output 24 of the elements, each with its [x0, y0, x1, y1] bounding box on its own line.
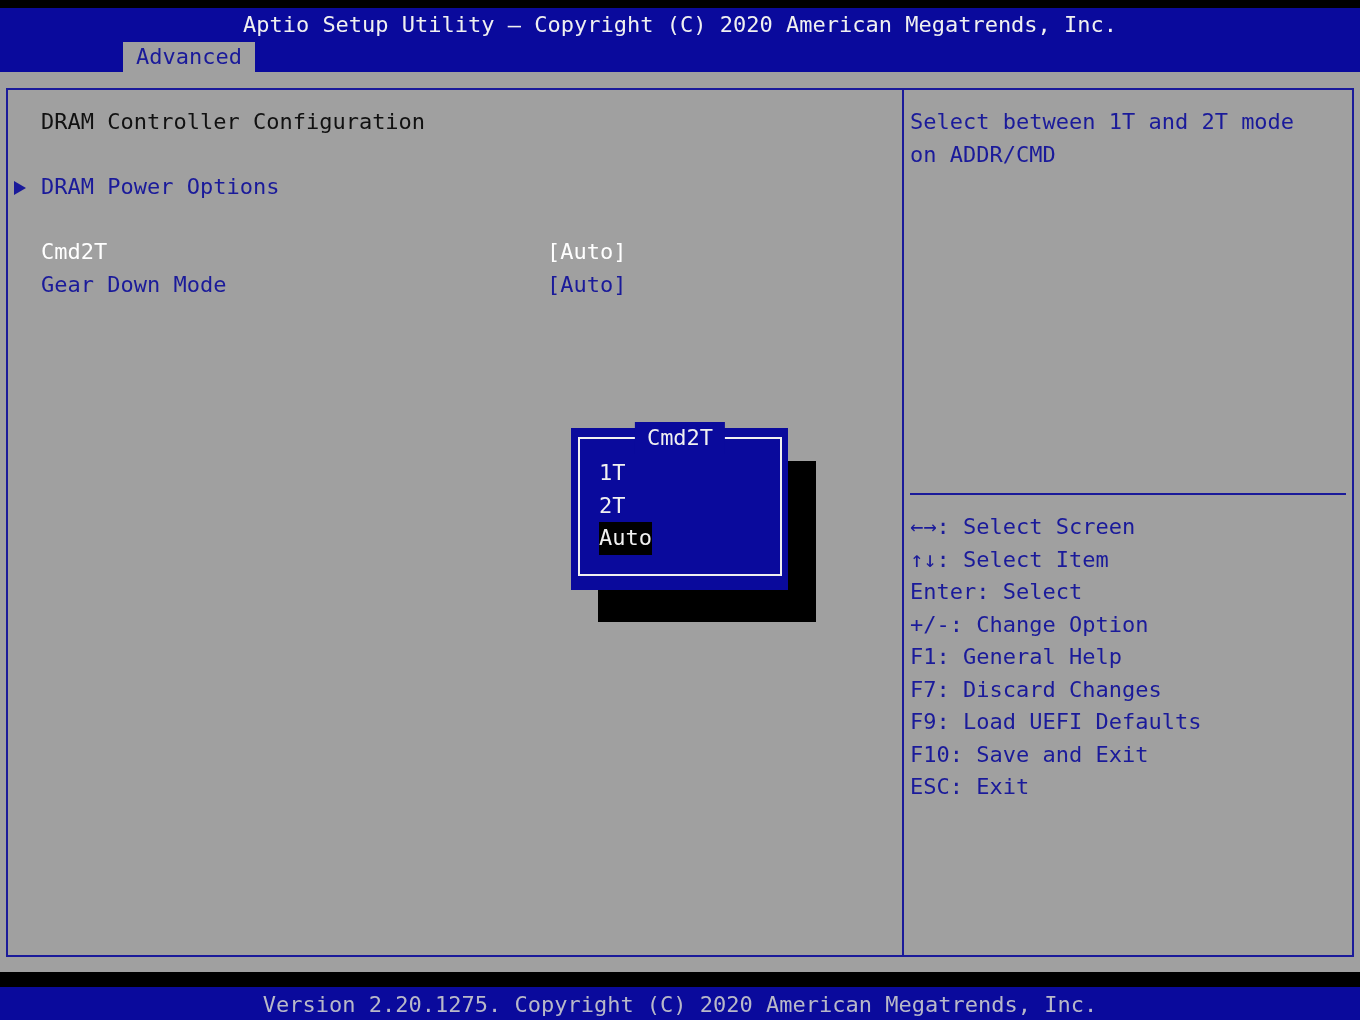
option-item[interactable]: 2T [599, 489, 626, 522]
menu-tab[interactable]: Advanced [123, 42, 255, 72]
key-hint: +/-: Change Option [910, 610, 1150, 639]
key-hint: F9: Load UEFI Defaults [910, 708, 1203, 736]
section-heading: DRAM Controller Configuration [41, 108, 427, 136]
setting-label[interactable]: Cmd2T [41, 236, 547, 269]
setting-label[interactable]: Gear Down Mode [41, 268, 547, 301]
setting-value[interactable]: [Auto] [547, 268, 627, 301]
help-text: on ADDR/CMD [910, 140, 1057, 169]
triangle-icon [14, 181, 26, 195]
key-hint: ←→: Select Screen [910, 513, 1137, 541]
option-item[interactable]: Auto [599, 522, 652, 555]
window-title: Aptio Setup Utility – Copyright (C) 2020 American Megatrends, Inc. [241, 11, 1119, 39]
option-item[interactable]: 1T [599, 457, 626, 490]
key-hint: Enter: Select [910, 578, 1084, 606]
setting-value[interactable]: [Auto] [547, 236, 627, 269]
key-hint: ↑↓: Select Item [910, 545, 1110, 574]
version-text: Version 2.20.1275. Copyright (C) 2020 American Megatrends, Inc. [0, 987, 1360, 1020]
key-hint: F1: General Help [910, 643, 1123, 671]
key-hint: F7: Discard Changes [910, 675, 1163, 704]
help-text: Select between 1T and 2T mode [910, 108, 1296, 136]
key-hint: ESC: Exit [910, 773, 1031, 801]
submenu-item[interactable]: DRAM Power Options [41, 171, 547, 204]
key-hint: F10: Save and Exit [910, 740, 1150, 769]
